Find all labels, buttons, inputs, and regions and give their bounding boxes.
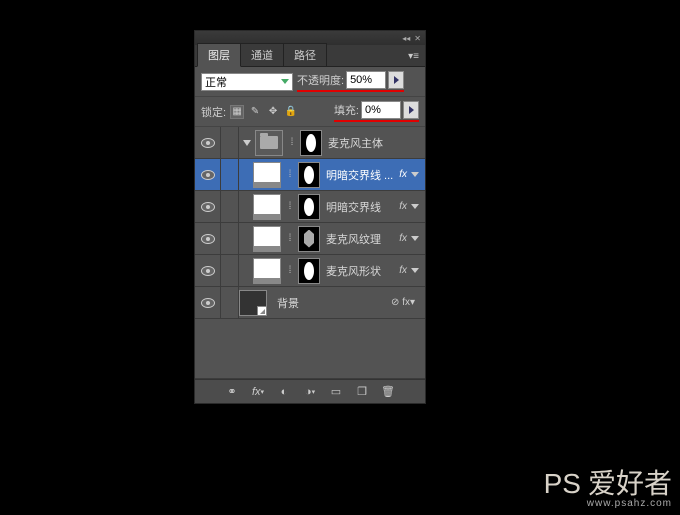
chevron-down-icon (281, 79, 289, 84)
watermark: PS 爱好者 www.psahz.com (544, 462, 672, 509)
layer-item[interactable]: ⁞ 明暗交界线 ... fx (195, 159, 425, 191)
delete-layer-icon[interactable]: 🗑 (380, 384, 396, 400)
fx-badge: fx (399, 265, 407, 276)
collapse-icon[interactable]: ◂◂ (402, 34, 410, 43)
link-icon: ⁞ (287, 137, 297, 148)
group-thumbnail (255, 130, 283, 156)
opacity-stepper[interactable] (388, 71, 404, 89)
eye-icon (201, 170, 215, 180)
annotation-underline (297, 90, 404, 92)
visibility-toggle[interactable] (195, 287, 221, 318)
lock-transparent-icon[interactable]: ▦ (230, 105, 244, 119)
eye-icon (201, 202, 215, 212)
link-icon: ⁞ (285, 201, 295, 212)
tab-paths[interactable]: 路径 (283, 43, 327, 66)
panel-tabs: 图层 通道 路径 ▾≡ (195, 45, 425, 67)
lock-move-icon[interactable]: ✥ (266, 105, 280, 119)
visibility-toggle[interactable] (195, 223, 221, 254)
folder-icon (260, 136, 278, 149)
empty-area (195, 319, 425, 379)
layer-mask[interactable] (298, 258, 320, 284)
layer-name[interactable]: 明暗交界线 ... (326, 167, 395, 183)
layer-mask[interactable] (300, 130, 322, 156)
tab-layers[interactable]: 图层 (197, 43, 241, 67)
fx-expand-icon[interactable] (411, 236, 419, 241)
watermark-cn: 爱好者 (588, 468, 672, 499)
lock-column (221, 127, 239, 158)
link-icon: ⁞ (285, 169, 295, 180)
new-layer-icon[interactable]: ❐ (354, 384, 370, 400)
layer-name[interactable]: 麦克风主体 (328, 135, 421, 151)
opacity-label: 不透明度: (297, 72, 344, 88)
add-mask-icon[interactable]: ◐ (276, 384, 292, 400)
blend-opacity-row: 正常 不透明度: 50% (195, 67, 425, 97)
link-layers-icon[interactable]: ⚭ (224, 384, 240, 400)
fill-stepper[interactable] (403, 101, 419, 119)
layer-mask[interactable] (298, 226, 320, 252)
visibility-toggle[interactable] (195, 159, 221, 190)
close-icon[interactable]: ✕ (414, 34, 421, 43)
layer-item[interactable]: ⁞ 明暗交界线 fx (195, 191, 425, 223)
layers-panel: ◂◂ ✕ 图层 通道 路径 ▾≡ 正常 不透明度: 50% 锁定: ▦ ✎ ✥ … (194, 30, 426, 404)
layer-name[interactable]: 麦克风纹理 (326, 231, 395, 247)
link-icon: ⁞ (285, 265, 295, 276)
visibility-toggle[interactable] (195, 255, 221, 286)
fx-expand-icon[interactable] (411, 204, 419, 209)
disclosure-icon[interactable] (243, 140, 251, 146)
layer-group[interactable]: ⁞ 麦克风主体 (195, 127, 425, 159)
panel-menu-icon[interactable]: ▾≡ (402, 47, 425, 66)
blend-mode-select[interactable]: 正常 (201, 73, 293, 91)
layer-name[interactable]: 麦克风形状 (326, 263, 395, 279)
link-icon: ⁞ (285, 233, 295, 244)
layer-mask[interactable] (298, 162, 320, 188)
lock-fill-row: 锁定: ▦ ✎ ✥ 🔒 填充: 0% (195, 97, 425, 127)
fx-badge: fx (399, 233, 407, 244)
eye-icon (201, 298, 215, 308)
layer-thumbnail[interactable] (253, 162, 281, 188)
blend-mode-value: 正常 (205, 74, 227, 90)
lock-column (221, 255, 239, 286)
fx-badge: fx (399, 169, 407, 180)
layer-name[interactable]: 明暗交界线 (326, 199, 395, 215)
opacity-input[interactable]: 50% (346, 71, 386, 89)
adjustment-icon[interactable]: ◑▾ (302, 384, 318, 400)
layer-mask[interactable] (298, 194, 320, 220)
layer-thumbnail[interactable] (253, 226, 281, 252)
eye-icon (201, 234, 215, 244)
visibility-toggle[interactable] (195, 127, 221, 158)
panel-footer: ⚭ fx▾ ◐ ◑▾ ▭ ❐ 🗑 (195, 379, 425, 403)
fill-label: 填充: (334, 102, 359, 118)
layer-item[interactable]: ⁞ 麦克风纹理 fx (195, 223, 425, 255)
page-curl-icon (257, 306, 267, 316)
fill-input[interactable]: 0% (361, 101, 401, 119)
layer-item[interactable]: ⁞ 麦克风形状 fx (195, 255, 425, 287)
eye-icon (201, 266, 215, 276)
layer-thumbnail[interactable] (253, 194, 281, 220)
fx-menu-icon[interactable]: fx▾ (250, 384, 266, 400)
watermark-ps: PS (544, 468, 581, 499)
lock-brush-icon[interactable]: ✎ (248, 105, 262, 119)
lock-column (221, 191, 239, 222)
lock-label: 锁定: (201, 104, 226, 120)
layer-thumbnail[interactable] (239, 290, 267, 316)
layer-name[interactable]: 背景 (277, 295, 391, 311)
lock-column (221, 223, 239, 254)
layer-thumbnail[interactable] (253, 258, 281, 284)
lock-column (221, 287, 239, 318)
lock-icon: ⊘ fx▾ (391, 297, 415, 308)
lock-column (221, 159, 239, 190)
fx-expand-icon[interactable] (411, 268, 419, 273)
fx-badge: fx (399, 201, 407, 212)
layer-list: ⁞ 麦克风主体 ⁞ 明暗交界线 ... fx ⁞ 明暗交界线 fx (195, 127, 425, 379)
eye-icon (201, 138, 215, 148)
annotation-underline (334, 120, 419, 122)
new-group-icon[interactable]: ▭ (328, 384, 344, 400)
tab-channels[interactable]: 通道 (240, 43, 284, 66)
layer-background[interactable]: 背景 ⊘ fx▾ (195, 287, 425, 319)
lock-all-icon[interactable]: 🔒 (284, 105, 298, 119)
visibility-toggle[interactable] (195, 191, 221, 222)
fx-expand-icon[interactable] (411, 172, 419, 177)
